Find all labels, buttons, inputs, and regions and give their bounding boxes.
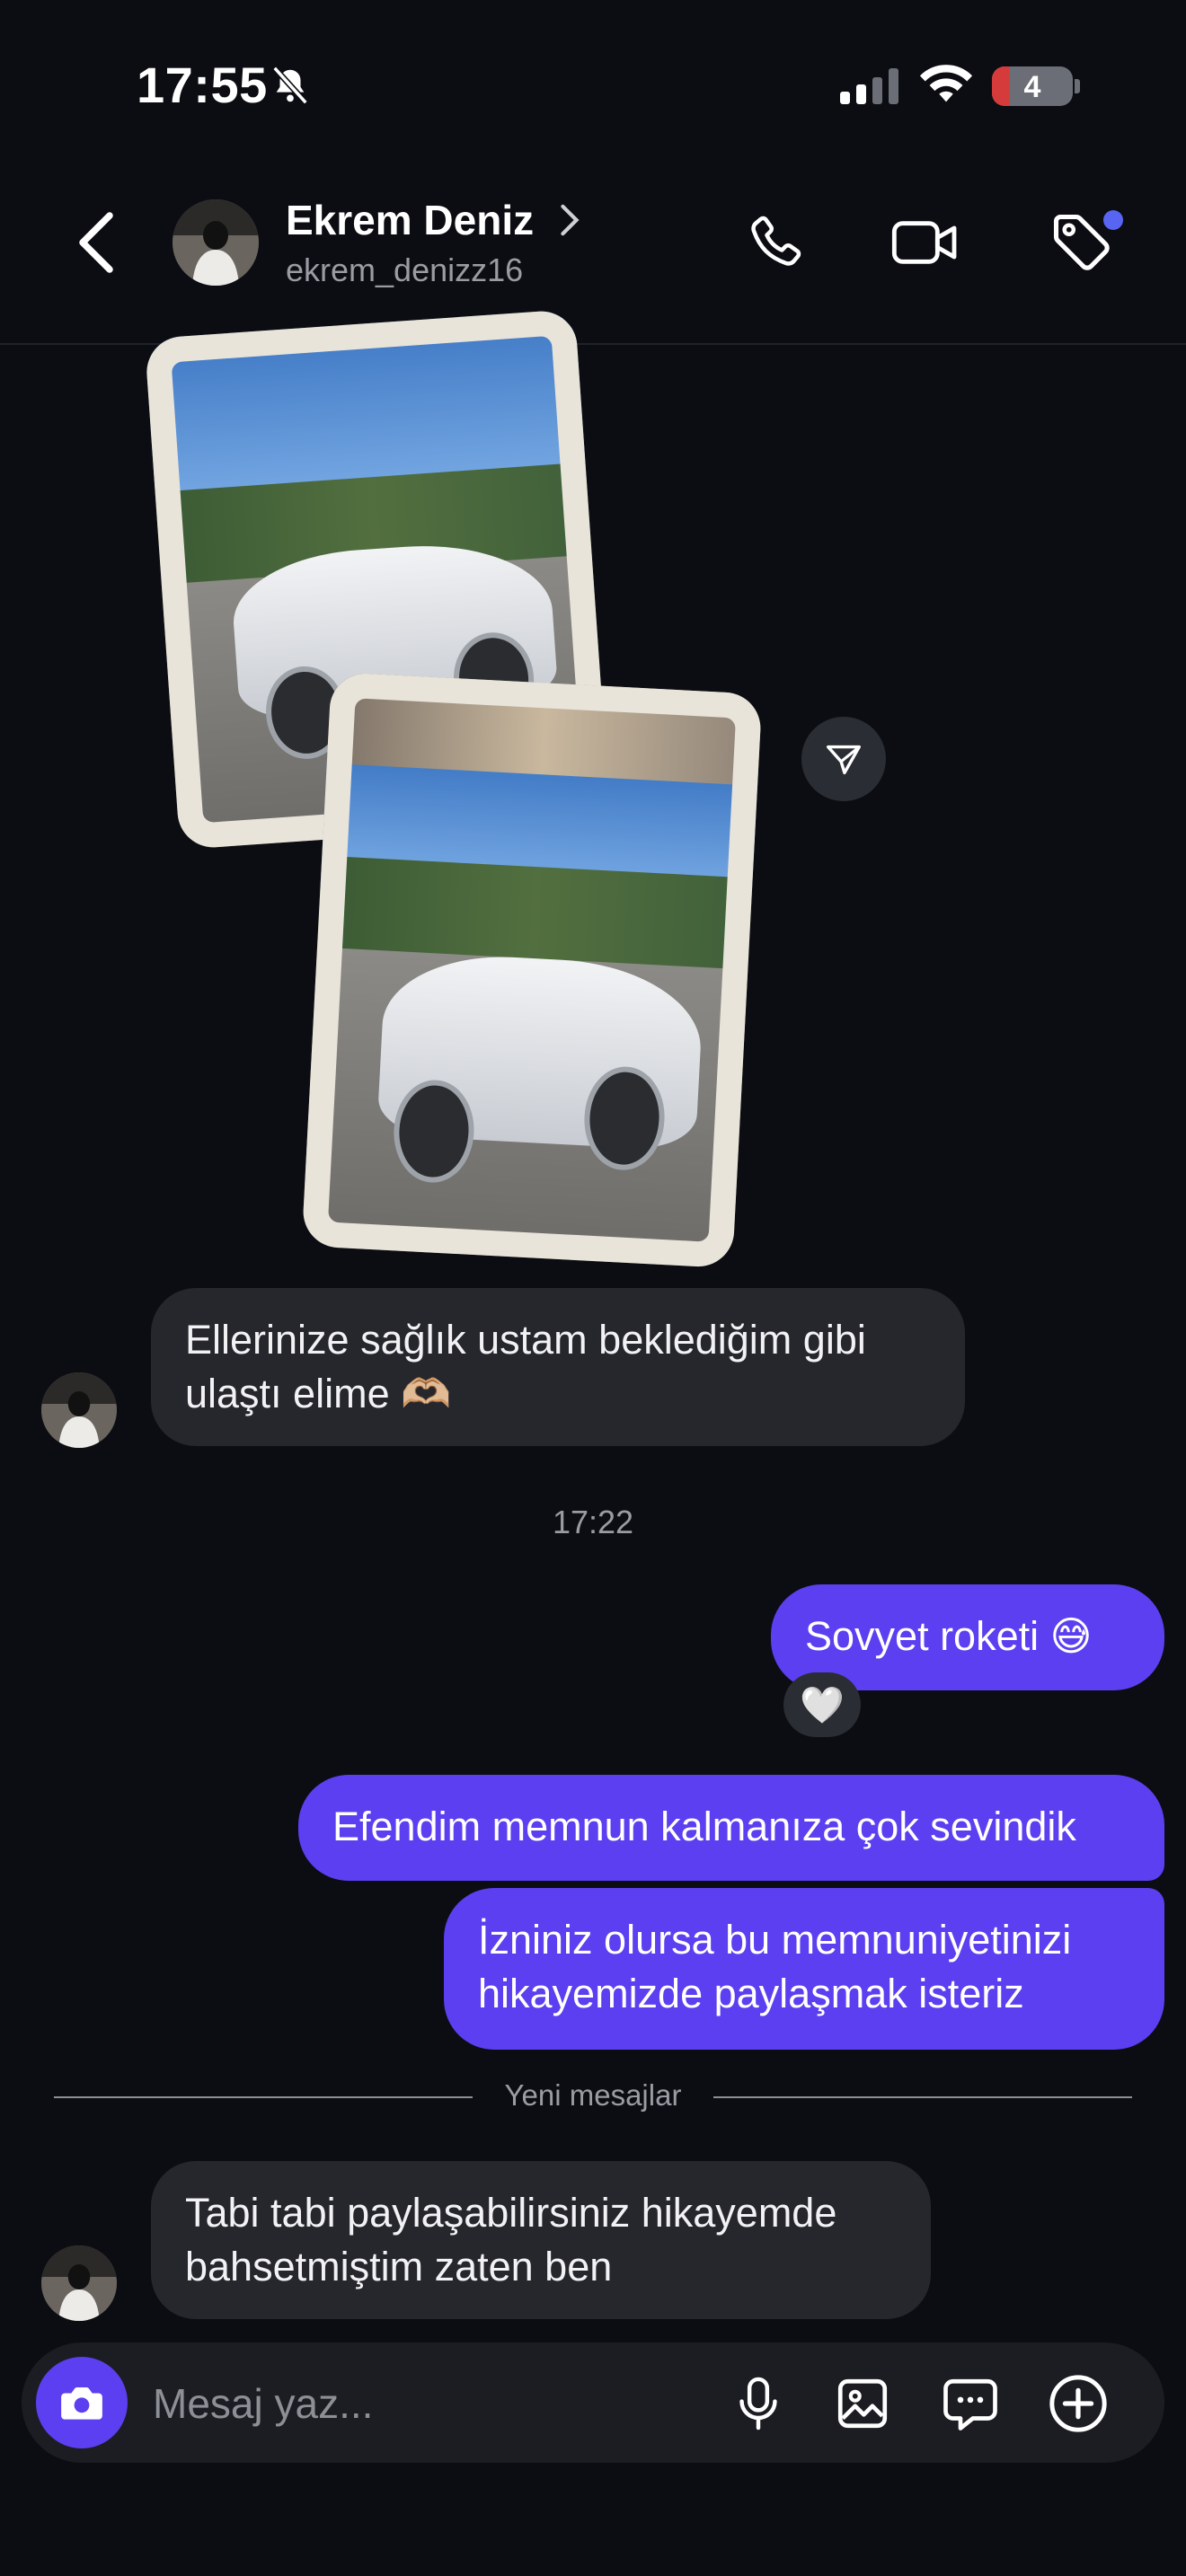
phone-icon[interactable] <box>744 212 805 273</box>
message-timestamp: 17:22 <box>552 1504 634 1540</box>
battery-level: 4 <box>1023 70 1041 104</box>
video-call-icon[interactable] <box>890 212 961 273</box>
message-outgoing[interactable]: İzniniz olursa bu memnuniyetinizi hikaye… <box>444 1888 1164 2050</box>
message-text: İzniniz olursa bu memnuniyetinizi hikaye… <box>478 1917 1072 2016</box>
message-text: Ellerinize sağlık ustam beklediğim gibi … <box>185 1317 866 1416</box>
microphone-button[interactable] <box>724 2369 792 2438</box>
avatar[interactable] <box>41 1372 117 1448</box>
wifi-icon <box>919 65 973 102</box>
reaction-badge[interactable]: 🤍 <box>783 1672 861 1737</box>
message-text: Tabi tabi paylaşabilirsiniz hikayemde ba… <box>185 2190 837 2289</box>
share-button[interactable] <box>801 717 886 801</box>
plus-circle-icon <box>1049 2375 1107 2432</box>
message-text: Sovyet roketi 😅 <box>805 1613 1093 1659</box>
avatar[interactable] <box>41 2245 117 2321</box>
new-messages-label: Yeni mesajlar <box>504 2078 682 2112</box>
gallery-button[interactable] <box>828 2369 897 2438</box>
chat-bubble-icon <box>943 2378 997 2430</box>
message-input[interactable] <box>151 2371 694 2436</box>
avatar[interactable] <box>173 199 259 286</box>
battery-cap <box>1075 79 1080 93</box>
sticker-button[interactable] <box>936 2369 1005 2438</box>
camera-icon <box>61 2386 102 2420</box>
message-incoming[interactable]: Ellerinize sağlık ustam beklediğim gibi … <box>151 1288 965 1446</box>
back-icon[interactable] <box>72 211 120 274</box>
status-time: 17:55 <box>137 57 268 113</box>
message-incoming[interactable]: Tabi tabi paylaşabilirsiniz hikayemde ba… <box>151 2161 931 2319</box>
camera-button[interactable] <box>36 2357 128 2448</box>
battery-icon: 4 <box>992 66 1073 106</box>
image-icon <box>837 2378 888 2429</box>
contact-name[interactable]: Ekrem Deniz <box>286 196 534 244</box>
notification-dot <box>1103 210 1123 230</box>
message-text: Efendim memnun kalmanıza çok sevindik <box>332 1804 1076 1849</box>
microphone-icon <box>739 2377 777 2430</box>
chevron-right-icon[interactable] <box>559 203 580 237</box>
signal-icon <box>840 68 901 104</box>
message-outgoing[interactable]: Efendim memnun kalmanıza çok sevindik <box>298 1775 1164 1881</box>
bell-off-icon <box>272 66 308 105</box>
shared-photo-2[interactable] <box>301 671 763 1269</box>
heart-icon: 🤍 <box>800 1685 845 1725</box>
contact-username[interactable]: ekrem_denizz16 <box>286 251 523 289</box>
send-icon <box>827 745 861 775</box>
add-button[interactable] <box>1044 2369 1112 2438</box>
